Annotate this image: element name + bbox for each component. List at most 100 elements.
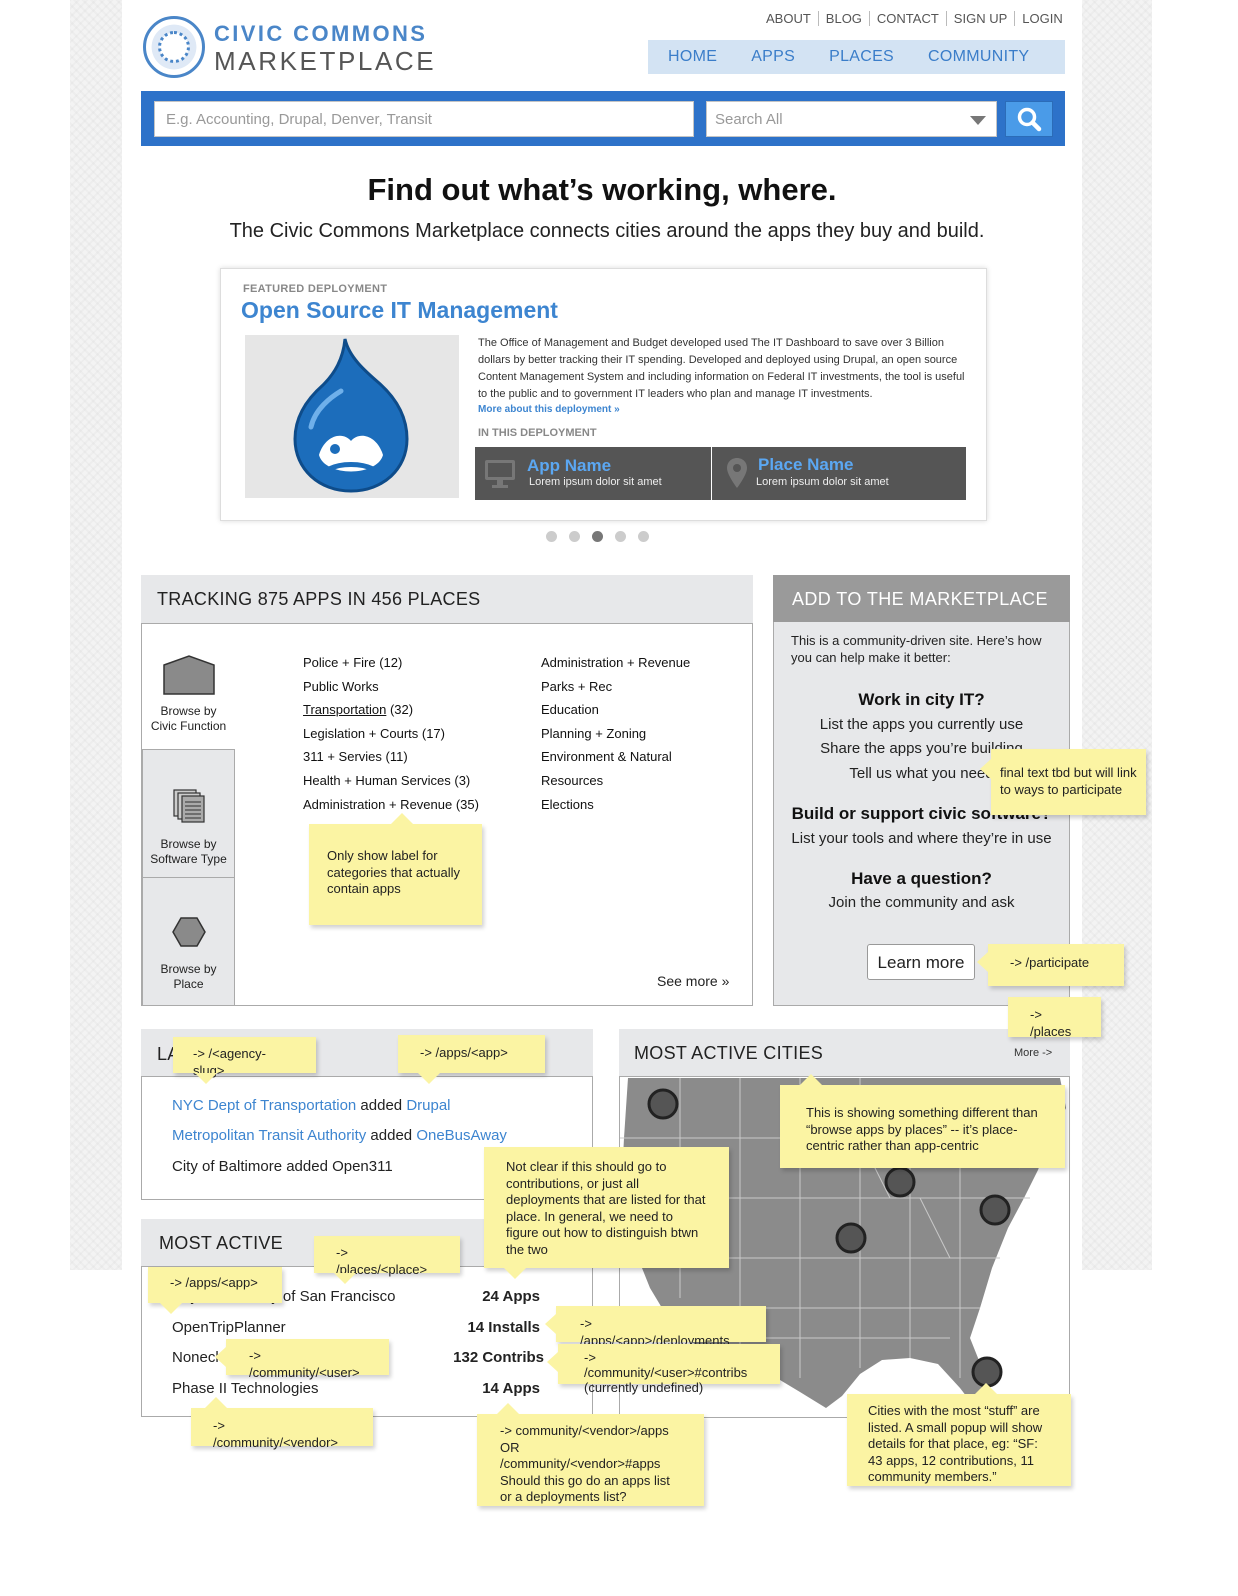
tab-civic-function[interactable]: Browse by Civic Function — [142, 625, 235, 749]
most-active-count[interactable]: 24 Apps — [420, 1288, 540, 1305]
featured-title[interactable]: Open Source IT Management — [241, 297, 558, 324]
category-link[interactable]: Resources — [541, 769, 746, 793]
annotation-note: -> /apps/<app>/deployments — [545, 1306, 766, 1348]
tab-software-type[interactable]: Browse by Software Type — [142, 749, 235, 878]
annotation-note: -> /participate — [977, 944, 1124, 986]
category-link[interactable]: Legislation + Courts (17) — [303, 722, 533, 746]
category-link-hover[interactable]: Transportation (32) — [303, 698, 533, 722]
annotation-note: final text tbd but will link to ways to … — [980, 749, 1146, 815]
deployment-place-sub: Lorem ipsum dolor sit amet — [756, 476, 889, 488]
util-link-about[interactable]: ABOUT — [766, 11, 818, 26]
category-link[interactable]: Education — [541, 698, 746, 722]
most-active-count[interactable]: 14 Installs — [420, 1319, 540, 1336]
deployment-place-tile[interactable]: Place Name Lorem ipsum dolor sit amet — [712, 447, 966, 500]
category-list-1: Police + Fire (12) Public Works Transpor… — [303, 651, 533, 816]
page-subtitle: The Civic Commons Marketplace connects c… — [229, 220, 985, 242]
add-link-join[interactable]: Join the community and ask — [773, 894, 1070, 911]
tracking-title: TRACKING 875 APPS IN 456 PLACES — [141, 575, 753, 624]
annotation-note: -> /<agency-slug> — [173, 1037, 316, 1084]
tab-label-2: Software Type — [150, 852, 227, 866]
featured-image[interactable] — [245, 335, 459, 498]
building-icon — [162, 655, 215, 695]
search-input[interactable]: E.g. Accounting, Drupal, Denver, Transit — [154, 101, 694, 137]
category-link[interactable]: Administration + Revenue (35) — [303, 793, 533, 817]
category-link[interactable]: Public Works — [303, 675, 533, 699]
annotation-note: This is showing something different than… — [780, 1074, 1065, 1168]
deployment-app-tile[interactable]: App Name Lorem ipsum dolor sit amet — [475, 447, 711, 500]
nav-community[interactable]: COMMUNITY — [928, 48, 1029, 66]
carousel-dot[interactable] — [615, 531, 626, 542]
util-link-signup[interactable]: SIGN UP — [945, 11, 1014, 26]
annotation-note: -> /places/<place> — [314, 1236, 460, 1284]
most-active-name[interactable]: Phase II Technologies — [172, 1380, 319, 1397]
search-scope-select[interactable]: Search All — [706, 101, 997, 137]
activity-actor-link[interactable]: NYC Dept of Transportation — [172, 1097, 356, 1114]
cities-more-link[interactable]: More -> — [1014, 1047, 1052, 1059]
annotation-note: Only show label for categories that actu… — [309, 813, 482, 925]
nav-apps[interactable]: APPS — [751, 48, 795, 66]
most-active-count[interactable]: 132 Contribs — [420, 1349, 544, 1366]
tab-label-1: Browse by — [160, 837, 217, 851]
activity-object-link[interactable]: OneBusAway — [416, 1127, 507, 1144]
annotation-note: Cities with the most “stuff” are listed.… — [847, 1383, 1071, 1486]
category-link[interactable]: Police + Fire (12) — [303, 651, 533, 675]
learn-more-button[interactable]: Learn more — [867, 944, 975, 980]
annotation-note: -> community/<vendor>/apps OR /community… — [477, 1403, 704, 1506]
util-link-blog[interactable]: BLOG — [817, 11, 869, 26]
add-link-list-tools[interactable]: List your tools and where they’re in use — [773, 830, 1070, 847]
nav-places[interactable]: PLACES — [829, 48, 894, 66]
featured-more-link[interactable]: More about this deployment » — [478, 404, 620, 415]
annotation-note: -> /community/<vendor> — [191, 1397, 373, 1450]
annotation-note: -> /places — [1008, 997, 1101, 1039]
carousel-dot[interactable] — [638, 531, 649, 542]
nav-home[interactable]: HOME — [668, 48, 717, 66]
tab-label-2: Civic Function — [150, 719, 227, 733]
add-heading-question: Have a question? — [851, 869, 992, 888]
activity-verb: added — [356, 1097, 407, 1114]
annotation-note: -> /apps/<app> — [398, 1035, 545, 1084]
add-intro-line: This is a community-driven site. Here’s … — [791, 633, 1042, 648]
activity-item[interactable]: City of Baltimore added Open311 — [172, 1158, 393, 1175]
activity-verb: added — [366, 1127, 417, 1144]
most-active-count[interactable]: 14 Apps — [420, 1380, 540, 1397]
featured-description: The Office of Management and Budget deve… — [478, 337, 965, 400]
activity-object-link[interactable]: Drupal — [406, 1097, 450, 1114]
deployment-app-title: App Name — [527, 456, 612, 475]
carousel-dot[interactable] — [569, 531, 580, 542]
category-link[interactable]: Parks + Rec — [541, 675, 746, 699]
utility-nav: ABOUT BLOG CONTACT SIGN UP LOGIN — [766, 11, 1070, 26]
category-link[interactable]: Health + Human Services (3) — [303, 769, 533, 793]
cities-title: MOST ACTIVE CITIES — [619, 1029, 1070, 1077]
category-link[interactable]: Environment & Natural — [541, 745, 746, 769]
category-link[interactable]: Elections — [541, 793, 746, 817]
deployment-place-title: Place Name — [758, 455, 854, 474]
tab-label-1: Browse by — [160, 962, 217, 976]
category-link[interactable]: Planning + Zoning — [541, 722, 746, 746]
activity-item: Metropolitan Transit Authority added One… — [172, 1127, 507, 1144]
add-link-list-apps[interactable]: List the apps you currently use — [773, 716, 1070, 733]
activity-item: NYC Dept of Transportation added Drupal — [172, 1097, 451, 1114]
search-scope-value: Search All — [715, 111, 783, 128]
hexagon-icon — [171, 917, 206, 947]
logo-ring — [158, 31, 190, 63]
util-link-contact[interactable]: CONTACT — [868, 11, 946, 26]
search-button[interactable] — [1005, 101, 1053, 137]
category-link[interactable]: 311 + Servies (11) — [303, 745, 533, 769]
logo-text-top[interactable]: CIVIC COMMONS — [214, 21, 427, 47]
logo-text-bottom[interactable]: MARKETPLACE — [214, 46, 436, 77]
add-intro-line: you can help make it better: — [791, 650, 951, 665]
monitor-icon — [485, 460, 515, 488]
add-heading-city-it: Work in city IT? — [858, 690, 985, 709]
util-link-login[interactable]: LOGIN — [1014, 11, 1069, 26]
category-link[interactable]: Administration + Revenue — [541, 651, 746, 675]
category-list-2: Administration + Revenue Parks + Rec Edu… — [541, 651, 746, 816]
activity-actor-link[interactable]: Metropolitan Transit Authority — [172, 1127, 366, 1144]
carousel-dot-active[interactable] — [592, 531, 603, 542]
most-active-name[interactable]: OpenTripPlanner — [172, 1319, 286, 1336]
tab-place[interactable]: Browse by Place — [142, 877, 235, 1006]
add-intro: This is a community-driven site. Here’s … — [791, 632, 1041, 666]
annotation-note: -> /community/<user> — [215, 1339, 389, 1380]
carousel-dot[interactable] — [546, 531, 557, 542]
main-nav: HOME APPS PLACES COMMUNITY — [648, 40, 1065, 74]
see-more-link[interactable]: See more » — [657, 973, 729, 989]
